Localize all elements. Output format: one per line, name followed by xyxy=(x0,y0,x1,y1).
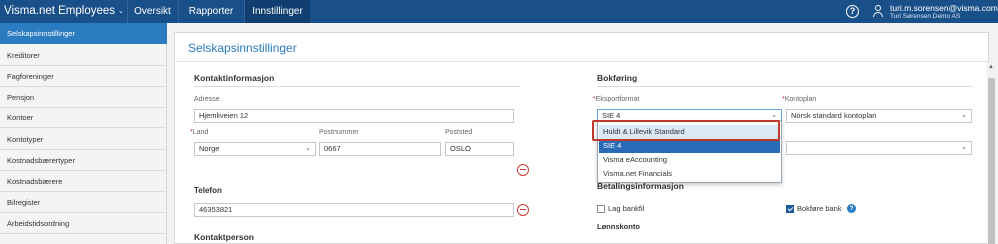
address-label: Adresse xyxy=(194,96,220,103)
sidebar-item-kostnadsbaerertyper[interactable]: Kostnadsbærertyper xyxy=(0,150,167,171)
city-label: Poststed xyxy=(445,129,473,136)
city-input[interactable]: OSLO xyxy=(445,142,514,156)
book-bank-label: Bokføre bank xyxy=(797,204,842,213)
address-input[interactable]: Hjemliveien 12 xyxy=(194,109,514,123)
dropdown-option[interactable]: Visma.net Financials xyxy=(599,167,780,181)
bank-file-checkbox[interactable] xyxy=(597,205,605,213)
tab-oversikt[interactable]: Oversikt xyxy=(127,0,177,23)
chevron-down-icon: ⌄ xyxy=(961,144,967,151)
tab-label: Rapporter xyxy=(188,6,234,17)
scroll-up-icon[interactable]: ▲ xyxy=(988,64,994,70)
sidebar-item-arbeidstidsordning[interactable]: Arbeidstidsordning xyxy=(0,213,167,234)
tab-innstillinger[interactable]: Innstillinger xyxy=(244,0,310,23)
sidebar-item-kontotyper[interactable]: Kontotyper xyxy=(0,129,167,150)
contact-person-heading: Kontaktperson xyxy=(194,232,254,242)
tab-label: Oversikt xyxy=(134,6,171,17)
divider xyxy=(194,86,520,87)
sidebar: Selskapsinnstillinger Kreditorer Fagfore… xyxy=(0,23,167,244)
page-title: Selskapsinnstillinger xyxy=(188,41,297,55)
scrollbar-thumb[interactable] xyxy=(988,78,995,244)
sidebar-item-kreditorer[interactable]: Kreditorer xyxy=(0,45,167,66)
divider xyxy=(597,86,973,87)
dropdown-option-selected[interactable]: SIE 4 xyxy=(599,139,780,153)
sidebar-item-bilregister[interactable]: Bilregister xyxy=(0,192,167,213)
export-format-value: SIE 4 xyxy=(602,111,621,120)
user-company: Turi Sørensen Demo AS xyxy=(890,13,961,20)
chart-of-accounts-value: Norsk standard kontoplan xyxy=(791,111,877,120)
country-select[interactable]: Norge ⌄ xyxy=(194,142,316,156)
chevron-down-icon: ⌄ xyxy=(118,8,124,15)
remove-phone-icon[interactable] xyxy=(517,204,529,216)
chart-of-accounts-select[interactable]: Norsk standard kontoplan ⌄ xyxy=(786,109,972,123)
dropdown-option[interactable]: Visma eAccounting xyxy=(599,153,780,167)
remove-icon[interactable] xyxy=(517,164,529,176)
divider xyxy=(175,61,988,62)
sidebar-item-kostnadsbaerere[interactable]: Kostnadsbærere xyxy=(0,171,167,192)
user-icon[interactable] xyxy=(872,5,884,18)
postal-label: Postnummer xyxy=(319,129,359,136)
payroll-account-heading: Lønnskonto xyxy=(597,222,640,231)
sidebar-item-pensjon[interactable]: Pensjon xyxy=(0,87,167,108)
top-navigation-bar: Visma.net Employees ⌄ Oversikt Rapporter … xyxy=(0,0,998,23)
sidebar-item-kontoer[interactable]: Kontoer xyxy=(0,107,167,128)
tab-rapporter[interactable]: Rapporter xyxy=(178,0,243,23)
export-format-label: *Eksportformat xyxy=(593,96,640,103)
postal-input[interactable]: 0667 xyxy=(319,142,441,156)
help-icon[interactable]: ? xyxy=(846,5,859,18)
phone-heading: Telefon xyxy=(194,186,222,195)
user-email[interactable]: turi.m.sorensen@visma.com xyxy=(890,3,998,13)
accounting-heading: Bokføring xyxy=(597,73,638,83)
phone-input[interactable]: 46353821 xyxy=(194,203,514,217)
country-label: *Land xyxy=(190,129,209,136)
contact-heading: Kontaktinformasjon xyxy=(194,73,275,83)
secondary-select[interactable]: ⌄ xyxy=(786,141,972,155)
book-bank-checkbox[interactable] xyxy=(786,205,794,213)
highlight-annotation xyxy=(592,120,780,141)
chart-of-accounts-label: *Kontoplan xyxy=(782,96,817,103)
sidebar-item-fagforeninger[interactable]: Fagforeninger xyxy=(0,66,167,87)
info-icon[interactable]: ? xyxy=(847,204,856,213)
app-switcher[interactable]: Visma.net Employees ⌄ xyxy=(4,0,124,23)
app-name: Visma.net Employees xyxy=(4,5,116,17)
bank-file-label: Lag bankfil xyxy=(608,204,645,213)
chevron-down-icon: ⌄ xyxy=(961,112,967,119)
country-value: Norge xyxy=(199,144,220,153)
tab-label: Innstillinger xyxy=(252,6,303,17)
sidebar-item-selskapsinnstillinger[interactable]: Selskapsinnstillinger xyxy=(0,23,167,44)
chevron-down-icon: ⌄ xyxy=(305,145,311,152)
